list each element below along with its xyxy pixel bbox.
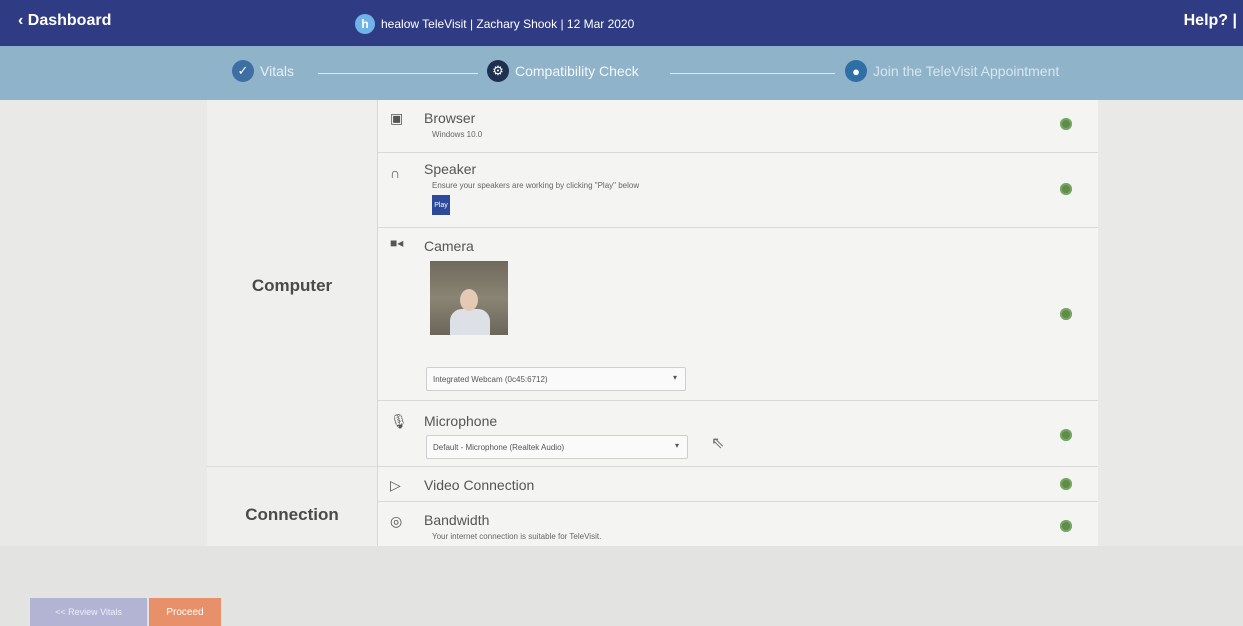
browser-title: Browser: [424, 110, 476, 126]
speaker-title: Speaker: [424, 161, 477, 177]
step-compatibility-check: ⚙ Compatibility Check: [487, 60, 639, 82]
video-camera-icon: ■◂: [390, 236, 404, 250]
microphone-select-value: Default - Microphone (Realtek Audio): [433, 442, 565, 452]
section-divider: [207, 466, 377, 467]
help-link[interactable]: Help? |: [1184, 12, 1237, 30]
healow-logo-icon: h: [355, 14, 375, 34]
speaker-instructions: Ensure your speakers are working by clic…: [432, 181, 640, 190]
step-join-label: Join the TeleVisit Appointment: [873, 63, 1060, 79]
dashboard-label: Dashboard: [27, 12, 112, 29]
play-button[interactable]: Play: [432, 195, 450, 215]
status-ok-icon: [1060, 118, 1072, 130]
video-connection-title: Video Connection: [424, 477, 535, 493]
step-compat-label: Compatibility Check: [515, 63, 639, 79]
check-circle-icon: ✓: [232, 60, 254, 82]
chevron-down-icon: ▾: [674, 441, 679, 450]
check-row-camera: ■◂ Camera Integrated Webcam (0c45:6712) …: [378, 228, 1098, 401]
step-vitals[interactable]: ✓ Vitals: [232, 60, 294, 82]
step-connector: [670, 73, 835, 74]
camera-select-value: Integrated Webcam (0c45:6712): [433, 374, 548, 384]
status-ok-icon: [1060, 183, 1072, 195]
camera-preview-person: [450, 309, 490, 335]
camera-title: Camera: [424, 238, 474, 254]
progress-stepper: ✓ Vitals ⚙ Compatibility Check ● Join th…: [0, 46, 1243, 100]
bandwidth-gauge-icon: ◎: [390, 513, 403, 529]
status-ok-icon: [1060, 478, 1072, 490]
browser-window-icon: ▣: [390, 110, 404, 126]
microphone-title: Microphone: [424, 413, 498, 429]
section-labels-column: Computer Connection: [207, 100, 378, 546]
step-vitals-label: Vitals: [260, 63, 294, 79]
check-row-video-connection: ▷ Video Connection: [378, 467, 1098, 502]
check-row-microphone: 🎙︎ Microphone Default - Microphone (Real…: [378, 401, 1098, 467]
bandwidth-title: Bandwidth: [424, 512, 490, 528]
mouse-pointer-icon: ⇖: [711, 435, 725, 452]
checks-panel: ▣ Browser Windows 10.0 ∩ Speaker Ensure …: [378, 100, 1098, 546]
compatibility-icon: ⚙: [487, 60, 509, 82]
review-vitals-button[interactable]: << Review Vitals: [30, 598, 147, 626]
step-connector: [318, 73, 478, 74]
dashboard-back-link[interactable]: ‹ Dashboard: [18, 12, 111, 30]
camera-preview: [430, 261, 508, 335]
video-screen-icon: ▷: [390, 477, 401, 493]
status-ok-icon: [1060, 308, 1072, 320]
app-header: h healow TeleVisit | Zachary Shook | 12 …: [355, 14, 634, 34]
check-row-speaker: ∩ Speaker Ensure your speakers are worki…: [378, 153, 1098, 228]
microphone-select[interactable]: Default - Microphone (Realtek Audio) ▾: [426, 435, 688, 459]
camera-select[interactable]: Integrated Webcam (0c45:6712) ▾: [426, 367, 686, 391]
check-row-browser: ▣ Browser Windows 10.0: [378, 100, 1098, 153]
section-connection-label: Connection: [245, 505, 339, 524]
browser-subtitle: Windows 10.0: [432, 130, 483, 139]
headphones-icon: ∩: [390, 165, 401, 181]
step-join-appointment: ● Join the TeleVisit Appointment: [845, 60, 1059, 82]
app-title: healow TeleVisit | Zachary Shook | 12 Ma…: [381, 17, 635, 31]
chevron-down-icon: ▾: [672, 373, 677, 382]
chat-bubble-icon: ●: [845, 60, 867, 82]
check-row-bandwidth: ◎ Bandwidth Your internet connection is …: [378, 502, 1098, 546]
camera-preview-face: [460, 289, 478, 311]
microphone-icon: 🎙︎: [390, 413, 408, 429]
top-bar: ‹ Dashboard h healow TeleVisit | Zachary…: [0, 0, 1243, 46]
footer-bar: << Review Vitals Proceed: [0, 546, 1243, 626]
status-ok-icon: [1060, 520, 1072, 532]
section-computer-label: Computer: [251, 276, 333, 295]
proceed-button[interactable]: Proceed: [149, 598, 221, 626]
status-ok-icon: [1060, 429, 1072, 441]
bandwidth-subtitle: Your internet connection is suitable for…: [432, 532, 602, 541]
